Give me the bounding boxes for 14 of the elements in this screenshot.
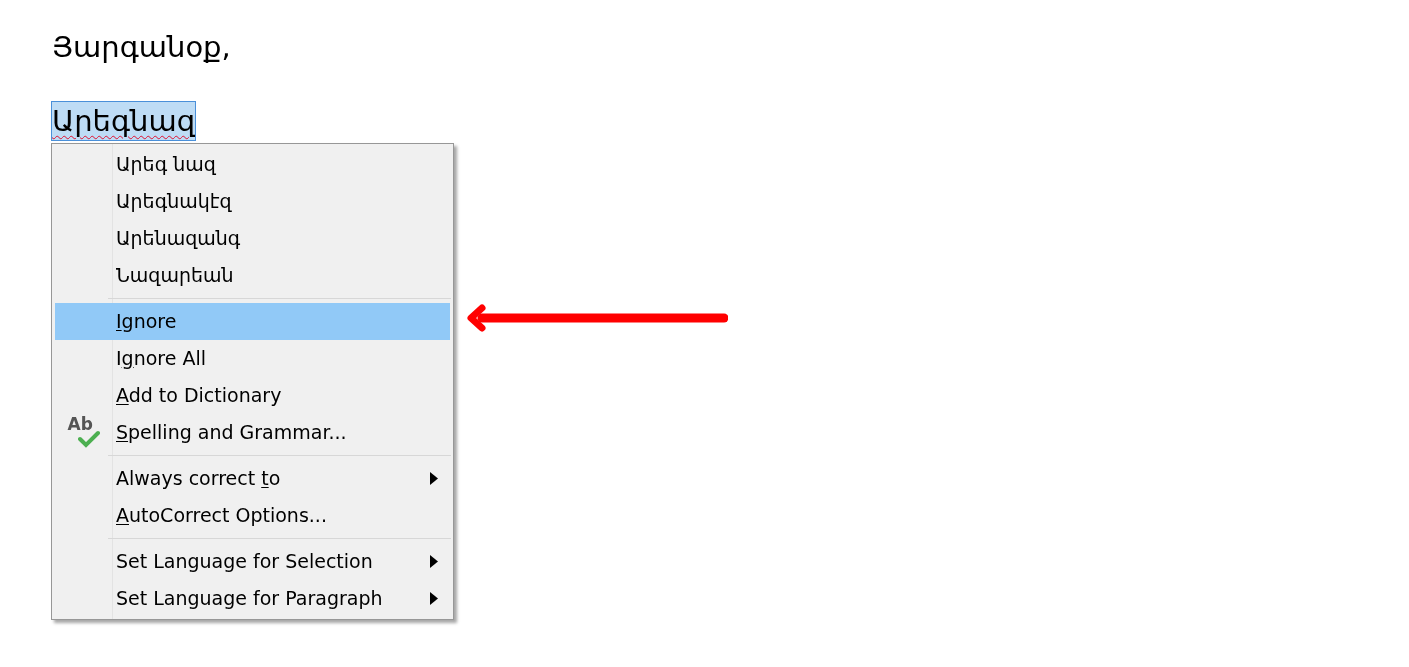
menu-item[interactable]: Set Language for Selection (55, 543, 450, 580)
document-text: Յարգանօք, (52, 29, 231, 66)
menu-item[interactable]: Արեգ նազ (55, 146, 450, 183)
menu-item[interactable]: Always correct to (55, 460, 450, 497)
menu-item[interactable]: Ignore All (55, 340, 450, 377)
document-text: Արեգնազ (52, 102, 196, 140)
menu-item[interactable]: Արեգնակէզ (55, 183, 450, 220)
menu-item[interactable]: Set Language for Paragraph (55, 580, 450, 617)
menu-item[interactable]: Add to Dictionary (55, 377, 450, 414)
menu-item[interactable]: Ignore (55, 303, 450, 340)
menu-item[interactable]: Նազարեան (55, 257, 450, 294)
menu-item[interactable]: Ab Spelling and Grammar... (55, 414, 450, 451)
menu-item[interactable]: AutoCorrect Options... (55, 497, 450, 534)
menu-item[interactable]: Արենազանգ (55, 220, 450, 257)
